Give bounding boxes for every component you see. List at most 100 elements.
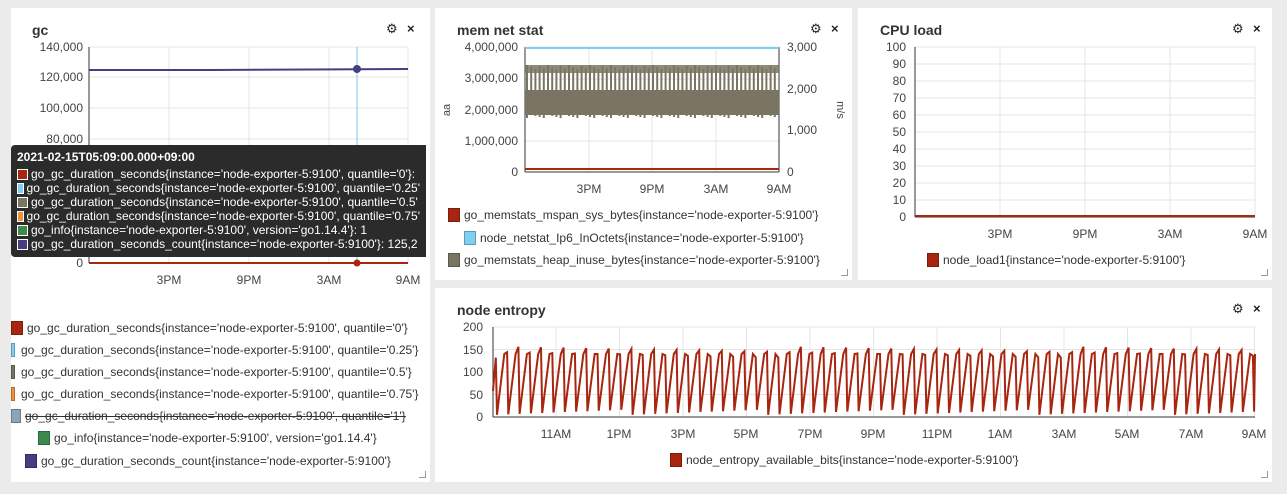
legend-swatch bbox=[670, 453, 682, 467]
tooltip-row: go_gc_duration_seconds{instance='node-ex… bbox=[17, 195, 420, 209]
y-tick-label: 50 bbox=[470, 388, 484, 402]
legend-label: go_memstats_heap_inuse_bytes{instance='n… bbox=[464, 253, 820, 267]
legend-label: go_gc_duration_seconds_count{instance='n… bbox=[41, 454, 391, 468]
x-tick-label: 9PM bbox=[861, 427, 886, 441]
legend-item[interactable]: go_memstats_mspan_sys_bytes{instance='no… bbox=[448, 208, 818, 222]
y-tick-label: 70 bbox=[893, 91, 907, 105]
y-tick-label: 140,000 bbox=[40, 40, 84, 54]
x-tick-label: 9AM bbox=[396, 273, 421, 287]
legend-swatch bbox=[448, 253, 460, 267]
entropy-chart[interactable]: 200 150 100 50 0 11AM 1PM 3PM 5PM 7PM 9P… bbox=[435, 288, 1272, 448]
legend-item[interactable]: go_gc_duration_seconds{instance='node-ex… bbox=[11, 343, 418, 357]
x-tick-label: 1PM bbox=[607, 427, 632, 441]
y-tick-label: 40 bbox=[893, 142, 907, 156]
tooltip-row: go_gc_duration_seconds_count{instance='n… bbox=[17, 237, 420, 251]
y-tick-label: 30 bbox=[893, 159, 907, 173]
legend-label: go_gc_duration_seconds{instance='node-ex… bbox=[21, 387, 419, 401]
legend-item[interactable]: go_gc_duration_seconds{instance='node-ex… bbox=[11, 321, 408, 335]
y-tick-label: 150 bbox=[463, 343, 483, 357]
tooltip-text: go_gc_duration_seconds_count{instance='n… bbox=[31, 237, 418, 251]
x-tick-label: 9AM bbox=[1243, 227, 1268, 241]
tooltip-row: go_info{instance='node-exporter-5:9100',… bbox=[17, 223, 420, 237]
y-tick-label-right: 2,000 bbox=[787, 82, 817, 96]
y-tick-label: 20 bbox=[893, 176, 907, 190]
legend-swatch bbox=[11, 343, 15, 357]
y-tick-label: 200 bbox=[463, 320, 483, 334]
x-tick-label: 1AM bbox=[988, 427, 1013, 441]
y-tick-label: 0 bbox=[511, 165, 518, 179]
y-tick-label: 100,000 bbox=[40, 101, 84, 115]
resize-handle[interactable] bbox=[1261, 269, 1268, 276]
x-tick-label: 9AM bbox=[1242, 427, 1267, 441]
resize-handle[interactable] bbox=[841, 269, 848, 276]
legend-label-hidden: go_gc_duration_seconds{instance='node-ex… bbox=[25, 409, 406, 423]
cpu-chart[interactable]: 100 90 80 70 60 50 40 30 20 10 0 3PM 9PM… bbox=[858, 8, 1272, 248]
hover-point bbox=[353, 65, 361, 73]
x-tick-label: 9PM bbox=[640, 182, 665, 196]
y-tick-label: 100 bbox=[886, 40, 906, 54]
legend-item[interactable]: go_memstats_heap_inuse_bytes{instance='n… bbox=[448, 253, 820, 267]
resize-handle[interactable] bbox=[419, 471, 426, 478]
y-tick-label: 10 bbox=[893, 193, 907, 207]
y-tick-label: 1,000,000 bbox=[465, 134, 519, 148]
legend-item[interactable]: go_gc_duration_seconds{instance='node-ex… bbox=[11, 387, 418, 401]
tooltip-swatch bbox=[17, 168, 28, 180]
x-tick-label: 11PM bbox=[922, 427, 952, 441]
legend-label: go_gc_duration_seconds{instance='node-ex… bbox=[27, 321, 408, 335]
y-tick-label-right: 1,000 bbox=[787, 123, 817, 137]
y-axis-label-right: m/s bbox=[834, 101, 846, 119]
legend-item[interactable]: node_load1{instance='node-exporter-5:910… bbox=[927, 253, 1185, 267]
x-tick-label: 11AM bbox=[541, 427, 571, 441]
x-tick-label: 9PM bbox=[1073, 227, 1098, 241]
mem-panel: mem net stat ⚙ × 4,000,000 3,000,000 2,0… bbox=[435, 8, 852, 280]
legend-label: node_load1{instance='node-exporter-5:910… bbox=[943, 253, 1186, 267]
x-tick-label: 3AM bbox=[317, 273, 342, 287]
legend-swatch bbox=[927, 253, 939, 267]
tooltip-swatch bbox=[17, 238, 28, 250]
y-tick-label-right: 0 bbox=[787, 165, 794, 179]
legend-swatch bbox=[11, 387, 15, 401]
tooltip-swatch bbox=[17, 224, 28, 236]
legend-item[interactable]: go_gc_duration_seconds_count{instance='n… bbox=[25, 454, 391, 468]
y-axis-label-left: aa bbox=[441, 103, 453, 116]
tooltip-row: go_gc_duration_seconds{instance='node-ex… bbox=[17, 181, 420, 195]
legend-swatch bbox=[448, 208, 460, 222]
spike-band bbox=[525, 65, 779, 73]
legend-swatch bbox=[11, 321, 23, 335]
y-tick-label: 3,000,000 bbox=[465, 71, 519, 85]
tooltip-row: go_gc_duration_seconds{instance='node-ex… bbox=[17, 209, 420, 223]
y-tick-label: 0 bbox=[76, 256, 83, 270]
x-tick-label: 3AM bbox=[704, 182, 729, 196]
legend-item[interactable]: node_entropy_available_bits{instance='no… bbox=[670, 453, 1019, 467]
hover-point bbox=[353, 259, 361, 267]
legend-swatch bbox=[464, 231, 476, 245]
legend-item[interactable]: go_info{instance='node-exporter-5:9100',… bbox=[38, 431, 377, 445]
legend-item[interactable]: node_netstat_Ip6_InOctets{instance='node… bbox=[464, 231, 804, 245]
x-tick-label: 9AM bbox=[767, 182, 792, 196]
y-tick-label: 60 bbox=[893, 108, 907, 122]
x-tick-label: 3PM bbox=[577, 182, 602, 196]
mem-chart[interactable]: 4,000,000 3,000,000 2,000,000 1,000,000 … bbox=[435, 8, 852, 208]
legend-swatch bbox=[38, 431, 50, 445]
legend-item[interactable]: go_gc_duration_seconds{instance='node-ex… bbox=[11, 409, 406, 423]
tooltip-text: go_gc_duration_seconds{instance='node-ex… bbox=[31, 195, 418, 209]
y-tick-label-right: 3,000 bbox=[787, 40, 817, 54]
x-tick-label: 5PM bbox=[734, 427, 759, 441]
legend-item[interactable]: go_gc_duration_seconds{instance='node-ex… bbox=[11, 365, 412, 379]
tooltip-timestamp: 2021-02-15T05:09:00.000+09:00 bbox=[17, 150, 195, 164]
cpu-gridlines bbox=[915, 46, 1256, 218]
tooltip-swatch bbox=[17, 210, 24, 222]
resize-handle[interactable] bbox=[1261, 471, 1268, 478]
y-tick-label: 2,000,000 bbox=[465, 103, 519, 117]
x-tick-label: 5AM bbox=[1115, 427, 1140, 441]
tooltip-swatch bbox=[17, 182, 24, 194]
legend-swatch bbox=[11, 365, 15, 379]
entropy-panel: node entropy ⚙ × 200 150 100 50 0 11AM 1… bbox=[435, 288, 1272, 482]
x-tick-label: 3PM bbox=[157, 273, 182, 287]
legend-label: node_netstat_Ip6_InOctets{instance='node… bbox=[480, 231, 804, 245]
y-tick-label: 4,000,000 bbox=[465, 40, 519, 54]
x-tick-label: 7PM bbox=[798, 427, 823, 441]
tooltip-swatch bbox=[17, 196, 28, 208]
legend-label: go_info{instance='node-exporter-5:9100',… bbox=[54, 431, 377, 445]
y-tick-label: 80,000 bbox=[46, 132, 83, 146]
